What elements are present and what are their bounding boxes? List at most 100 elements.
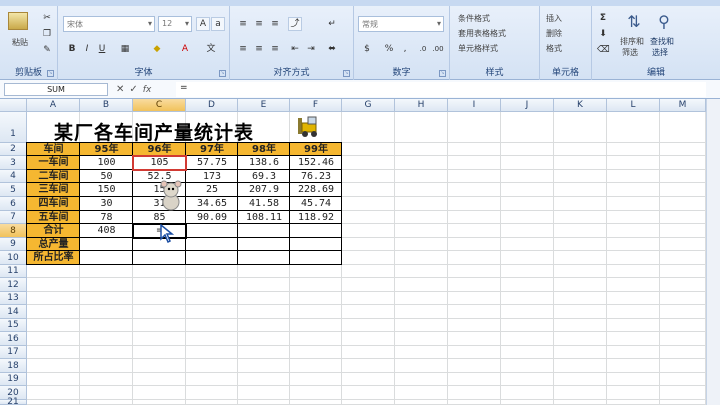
column-header-c[interactable]: C xyxy=(133,99,186,112)
formula-input[interactable]: = xyxy=(176,82,706,97)
data-cell[interactable]: 100 xyxy=(80,156,133,170)
row-header-6[interactable]: 6 xyxy=(0,197,27,211)
align-right-icon[interactable]: ≡ xyxy=(268,42,282,56)
column-header-f[interactable]: F xyxy=(290,99,342,112)
align-bottom-icon[interactable]: ≡ xyxy=(268,17,282,31)
row-header-7[interactable]: 7 xyxy=(0,211,27,224)
number-format-combo[interactable]: 常规 xyxy=(358,16,444,32)
total-cell[interactable]: 408 xyxy=(80,224,133,238)
data-cell[interactable]: 152.46 xyxy=(290,156,342,170)
clear-icon[interactable]: ⌫ xyxy=(596,43,610,57)
cancel-icon[interactable]: ✕ xyxy=(116,84,124,95)
sort-filter-label-1[interactable]: 排序和 xyxy=(620,36,644,47)
row-label-cell[interactable]: 五车间 xyxy=(27,211,80,224)
column-header-e[interactable]: E xyxy=(238,99,290,112)
grow-font-icon[interactable]: A xyxy=(196,17,210,31)
border-icon[interactable]: ▦ xyxy=(118,42,132,56)
bold-icon[interactable]: B xyxy=(65,42,79,56)
sheet-title[interactable]: 某厂各车间产量统计表 xyxy=(54,118,254,145)
phonetic-icon[interactable]: 文 xyxy=(204,42,218,56)
data-cell[interactable]: 41.58 xyxy=(238,197,290,211)
data-cell[interactable]: 118.92 xyxy=(290,211,342,224)
select-all-corner[interactable] xyxy=(0,99,27,112)
copy-icon[interactable]: ❐ xyxy=(40,27,54,41)
row-header-18[interactable]: 18 xyxy=(0,359,27,373)
find-select-icon[interactable]: ⚲ xyxy=(654,12,674,31)
font-color-icon[interactable]: A xyxy=(178,42,192,56)
data-cell[interactable]: 207.9 xyxy=(238,183,290,197)
align-left-icon[interactable]: ≡ xyxy=(236,42,250,56)
column-header-g[interactable]: G xyxy=(342,99,395,112)
row-header-13[interactable]: 13 xyxy=(0,292,27,305)
insert-function-icon[interactable]: fx xyxy=(143,85,152,95)
paste-button[interactable]: 粘贴 xyxy=(12,37,28,48)
fill-icon[interactable]: ⬇ xyxy=(596,27,610,41)
align-top-icon[interactable]: ≡ xyxy=(236,17,250,31)
row-header-14[interactable]: 14 xyxy=(0,305,27,319)
row-header-1[interactable]: 1 xyxy=(0,112,27,143)
row-header-12[interactable]: 12 xyxy=(0,278,27,292)
header-cell[interactable]: 99年 xyxy=(290,143,342,156)
column-header-m[interactable]: M xyxy=(660,99,706,112)
alignment-launcher-icon[interactable]: ↘ xyxy=(343,70,350,77)
row-header-10[interactable]: 10 xyxy=(0,251,27,265)
comma-style-icon[interactable]: , xyxy=(398,42,412,56)
data-cell[interactable]: 69.3 xyxy=(238,170,290,183)
row-header-15[interactable]: 15 xyxy=(0,319,27,332)
sort-filter-icon[interactable]: ⇅ xyxy=(624,12,644,31)
italic-icon[interactable]: I xyxy=(80,42,94,56)
align-middle-icon[interactable]: ≡ xyxy=(252,17,266,31)
currency-icon[interactable]: $ xyxy=(360,42,374,56)
data-cell[interactable]: 45.74 xyxy=(290,197,342,211)
format-painter-icon[interactable]: ✎ xyxy=(40,43,54,57)
total-label-cell[interactable]: 合计 xyxy=(27,224,80,238)
find-select-label-2[interactable]: 选择 xyxy=(652,47,668,58)
data-cell[interactable]: 57.75 xyxy=(186,156,238,170)
row-header-19[interactable]: 19 xyxy=(0,373,27,386)
clipboard-launcher-icon[interactable]: ↘ xyxy=(47,70,54,77)
row-header-5[interactable]: 5 xyxy=(0,183,27,197)
data-cell[interactable]: 50 xyxy=(80,170,133,183)
conditional-format-button[interactable]: 条件格式 xyxy=(458,13,490,24)
summary-label-cell[interactable]: 总产量 xyxy=(27,238,80,251)
data-cell[interactable]: 25 xyxy=(186,183,238,197)
name-box[interactable]: SUM xyxy=(4,83,108,96)
column-header-d[interactable]: D xyxy=(186,99,238,112)
cut-icon[interactable]: ✂ xyxy=(40,11,54,25)
data-cell[interactable]: 173 xyxy=(186,170,238,183)
column-header-j[interactable]: J xyxy=(501,99,554,112)
row-header-4[interactable]: 4 xyxy=(0,170,27,183)
column-header-i[interactable]: I xyxy=(448,99,501,112)
row-header-9[interactable]: 9 xyxy=(0,238,27,251)
format-as-table-button[interactable]: 套用表格格式 xyxy=(458,28,506,39)
row-label-cell[interactable]: 四车间 xyxy=(27,197,80,211)
row-header-21[interactable]: 21 xyxy=(0,398,27,407)
summary-label-cell[interactable]: 所占比率 xyxy=(27,251,80,265)
insert-cells-button[interactable]: 插入 xyxy=(546,13,562,24)
column-header-a[interactable]: A xyxy=(27,99,80,112)
data-cell[interactable]: 150 xyxy=(80,183,133,197)
row-header-17[interactable]: 17 xyxy=(0,346,27,359)
format-cells-button[interactable]: 格式 xyxy=(546,43,562,54)
row-label-cell[interactable]: 二车间 xyxy=(27,170,80,183)
increase-decimal-icon[interactable]: .0 xyxy=(416,42,430,56)
percent-icon[interactable]: % xyxy=(382,42,396,56)
merge-center-icon[interactable]: ⬌ xyxy=(325,42,339,56)
data-cell[interactable]: 78 xyxy=(80,211,133,224)
find-select-label-1[interactable]: 查找和 xyxy=(650,36,674,47)
autosum-icon[interactable]: Σ xyxy=(596,11,610,25)
vertical-scrollbar[interactable] xyxy=(706,99,720,405)
column-header-h[interactable]: H xyxy=(395,99,448,112)
increase-indent-icon[interactable]: ⇥ xyxy=(304,42,318,56)
data-cell[interactable]: 90.09 xyxy=(186,211,238,224)
data-cell[interactable]: 138.6 xyxy=(238,156,290,170)
sort-filter-label-2[interactable]: 筛选 xyxy=(622,47,638,58)
font-name-combo[interactable]: 宋体 xyxy=(63,16,155,32)
row-header-11[interactable]: 11 xyxy=(0,265,27,278)
paste-icon[interactable] xyxy=(8,12,28,30)
cell-styles-button[interactable]: 单元格样式 xyxy=(458,43,498,54)
row-label-cell[interactable]: 三车间 xyxy=(27,183,80,197)
data-cell[interactable]: 30 xyxy=(80,197,133,211)
row-header-16[interactable]: 16 xyxy=(0,332,27,346)
decrease-decimal-icon[interactable]: .00 xyxy=(431,42,445,56)
